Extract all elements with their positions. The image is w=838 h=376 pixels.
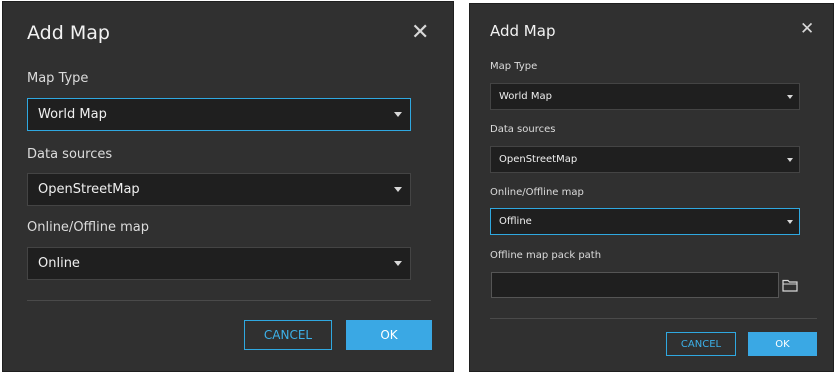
online-offline-select[interactable]: Offline xyxy=(490,208,800,235)
ok-button[interactable]: OK xyxy=(346,320,432,350)
chevron-down-icon xyxy=(787,94,793,99)
cancel-button[interactable]: CANCEL xyxy=(666,332,736,356)
chevron-down-icon xyxy=(394,112,402,117)
cancel-button[interactable]: CANCEL xyxy=(244,320,332,350)
offline-path-input[interactable] xyxy=(491,272,779,298)
offline-path-label: Offline map pack path xyxy=(490,250,602,261)
online-offline-value: Offline xyxy=(499,216,532,227)
dialog-title: Add Map xyxy=(490,22,556,40)
map-type-value: World Map xyxy=(499,91,552,102)
folder-icon[interactable] xyxy=(782,278,798,292)
data-sources-select[interactable]: OpenStreetMap xyxy=(27,173,411,206)
screenshot-canvas: Add Map ✕ Map Type World Map Data source… xyxy=(0,0,838,376)
dialog-title: Add Map xyxy=(27,22,110,44)
data-sources-select[interactable]: OpenStreetMap xyxy=(490,146,800,173)
data-sources-label: Data sources xyxy=(490,124,556,135)
add-map-dialog-online: Add Map ✕ Map Type World Map Data source… xyxy=(2,1,454,372)
map-type-label: Map Type xyxy=(490,61,538,72)
chevron-down-icon xyxy=(394,261,402,266)
chevron-down-icon xyxy=(787,219,793,224)
map-type-value: World Map xyxy=(38,107,107,122)
online-offline-select[interactable]: Online xyxy=(27,247,411,280)
close-icon[interactable]: ✕ xyxy=(800,21,814,38)
map-type-label: Map Type xyxy=(27,71,89,86)
data-sources-value: OpenStreetMap xyxy=(499,154,578,165)
footer-divider xyxy=(490,318,817,319)
chevron-down-icon xyxy=(787,157,793,162)
data-sources-label: Data sources xyxy=(27,147,113,162)
add-map-dialog-offline: Add Map ✕ Map Type World Map Data source… xyxy=(469,3,834,372)
footer-divider xyxy=(27,300,431,301)
map-type-select[interactable]: World Map xyxy=(27,98,411,131)
data-sources-value: OpenStreetMap xyxy=(38,182,140,197)
map-type-select[interactable]: World Map xyxy=(490,83,800,110)
close-icon[interactable]: ✕ xyxy=(411,22,429,44)
online-offline-value: Online xyxy=(38,256,80,271)
chevron-down-icon xyxy=(394,187,402,192)
ok-button[interactable]: OK xyxy=(748,332,817,356)
online-offline-label: Online/Offline map xyxy=(490,187,584,198)
online-offline-label: Online/Offline map xyxy=(27,220,149,235)
